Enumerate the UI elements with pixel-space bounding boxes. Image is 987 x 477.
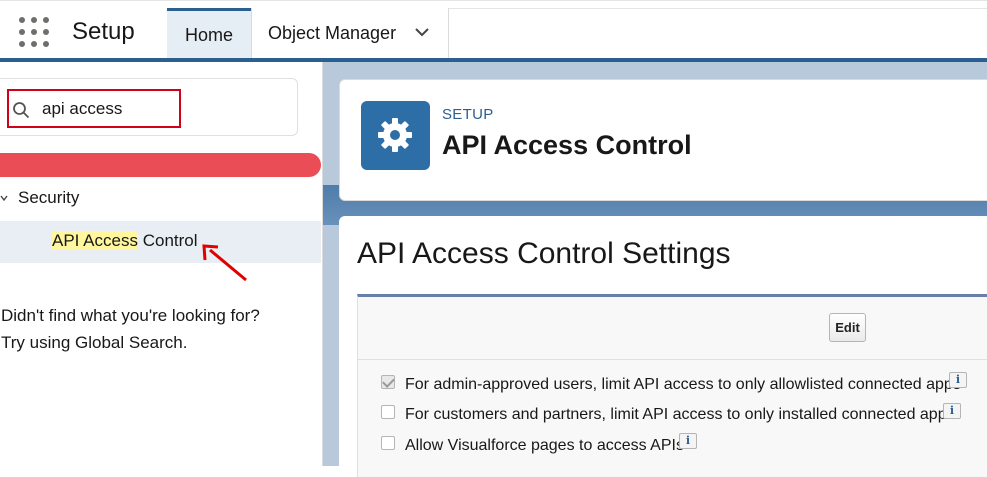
search-match-highlight: API Access	[52, 231, 138, 250]
scroll-indicator-bar	[0, 153, 321, 177]
option-label-customers-partners: For customers and partners, limit API ac…	[405, 406, 955, 423]
tree-item-label-rest: Control	[137, 231, 198, 250]
tab-object-manager-label: Object Manager	[268, 23, 397, 43]
app-launcher-icon[interactable]	[19, 17, 49, 47]
app-title: Setup	[72, 18, 135, 45]
option-label-visualforce: Allow Visualforce pages to access APIs	[405, 437, 684, 454]
tab-bar-filler	[449, 8, 987, 60]
tab-object-manager[interactable]: Object Manager	[251, 8, 449, 59]
chevron-down-icon[interactable]	[414, 26, 430, 38]
info-icon[interactable]: i	[949, 372, 967, 388]
panel-divider	[357, 359, 987, 360]
collapse-toggle-icon[interactable]	[0, 193, 8, 203]
edit-button[interactable]: Edit	[829, 313, 866, 342]
search-highlight-box	[7, 89, 181, 128]
settings-title: API Access Control Settings	[357, 237, 731, 270]
page-title: API Access Control	[442, 130, 692, 160]
global-search-hint: Try using Global Search.	[1, 333, 188, 352]
checkbox-customers-partners[interactable]	[381, 405, 395, 419]
tab-home[interactable]: Home	[167, 8, 251, 59]
info-icon[interactable]: i	[679, 433, 697, 449]
option-label-admin-approved: For admin-approved users, limit API acce…	[405, 376, 961, 393]
checkbox-admin-approved[interactable]	[381, 375, 395, 389]
not-found-text: Didn't find what you're looking for?	[1, 306, 260, 325]
tree-item-api-access-control[interactable]: API Access Control	[52, 231, 198, 251]
breadcrumb: SETUP	[442, 106, 494, 123]
gear-icon	[378, 118, 412, 152]
checkbox-visualforce[interactable]	[381, 436, 395, 450]
tree-section-security[interactable]: Security	[18, 188, 79, 208]
tab-home-label: Home	[184, 24, 233, 45]
info-icon[interactable]: i	[943, 403, 961, 419]
red-arrow-annotation	[202, 244, 247, 282]
